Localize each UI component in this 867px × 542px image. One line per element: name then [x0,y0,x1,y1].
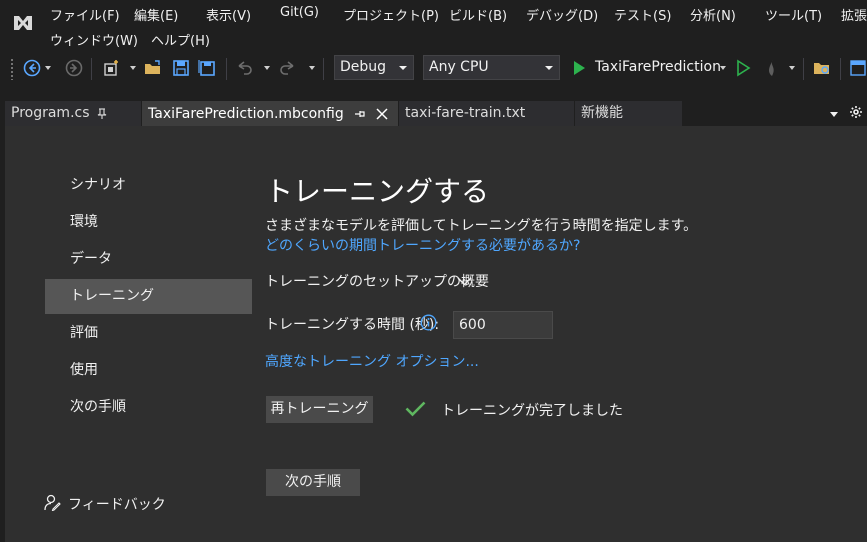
page-title: トレーニングする [265,175,490,208]
next-step-button[interactable]: 次の手順 [266,469,360,496]
gear-icon[interactable] [849,105,863,119]
solution-configuration-select[interactable]: Debug [334,55,414,80]
training-description: さまざまなモデルを評価してトレーニングを行う時間を指定します。 [265,218,698,234]
close-icon[interactable] [376,108,388,120]
tab-label: taxi-fare-train.txt [405,105,526,121]
menu-edit[interactable]: 編集(E) [134,5,178,24]
info-icon[interactable] [420,314,437,331]
forward-navigate-icon[interactable] [64,58,84,78]
visual-studio-logo-icon [14,16,32,30]
chevron-down-icon [545,66,553,70]
hot-reload-icon[interactable] [763,58,783,78]
pin-icon[interactable] [354,109,366,119]
start-target-caret-icon[interactable] [720,66,726,70]
open-folder-icon[interactable] [143,58,163,78]
sidebar-item-evaluate[interactable]: 評価 [45,316,252,351]
menu-extensions[interactable]: 拡張 [841,5,867,24]
back-dropdown-caret-icon[interactable] [45,66,51,70]
tab-whats-new[interactable]: 新機能 [575,101,682,126]
training-setup-summary-toggle[interactable]: トレーニングのセットアップの概要 [265,271,489,291]
menu-tools[interactable]: ツール(T) [765,5,822,24]
solution-explorer-icon[interactable] [812,58,832,78]
start-debugging-play-icon[interactable] [569,58,589,78]
chevron-down-icon [399,66,407,70]
new-project-caret-icon[interactable] [130,66,136,70]
hot-reload-caret-icon[interactable] [789,66,795,70]
training-duration-help-link[interactable]: どのくらいの期間トレーニングする必要があるか? [265,235,580,255]
back-navigate-icon[interactable] [22,58,42,78]
training-time-value: 600 [459,317,486,333]
tab-program-cs[interactable]: Program.cs [5,101,141,126]
solution-platform-value: Any CPU [429,59,489,75]
tab-label: TaxiFarePrediction.mbconfig [148,106,344,122]
solution-configuration-value: Debug [340,59,387,75]
pin-icon[interactable] [97,108,107,120]
chevron-down-icon [457,277,472,286]
training-setup-summary-label: トレーニングのセットアップの概要 [265,274,489,290]
feedback-label: フィードバック [68,497,166,513]
save-all-icon[interactable] [197,58,217,78]
feedback-person-icon [44,494,61,511]
tab-taxifareprediction-mbconfig[interactable]: TaxiFarePrediction.mbconfig [142,101,398,126]
menu-view[interactable]: 表示(V) [206,5,251,24]
tab-list-dropdown-icon[interactable] [829,110,839,118]
menu-debug[interactable]: デバッグ(D) [526,5,598,24]
menu-test[interactable]: テスト(S) [614,5,671,24]
sidebar-item-scenario[interactable]: シナリオ [45,168,252,203]
feedback-button[interactable]: フィードバック [44,493,166,513]
menu-file[interactable]: ファイル(F) [50,5,120,24]
redo-caret-icon[interactable] [309,66,315,70]
advanced-training-options-link[interactable]: 高度なトレーニング オプション... [265,351,479,371]
tab-taxi-fare-train-txt[interactable]: taxi-fare-train.txt [399,101,574,126]
training-status-text: トレーニングが完了しました [441,403,623,419]
menu-help[interactable]: ヘルプ(H) [151,30,210,49]
menu-git[interactable]: Git(G) [280,5,319,20]
solution-platform-select[interactable]: Any CPU [423,55,560,80]
tab-label: 新機能 [581,105,623,121]
new-project-icon[interactable] [102,58,122,78]
sidebar-item-data[interactable]: データ [45,242,252,277]
checkmark-icon [405,401,426,417]
toolbar-grip[interactable] [10,58,14,80]
window-layout-icon[interactable] [848,58,867,78]
start-without-debugging-icon[interactable] [733,58,753,78]
undo-caret-icon[interactable] [264,66,270,70]
menu-window[interactable]: ウィンドウ(W) [50,30,138,49]
save-icon[interactable] [171,58,191,78]
sidebar-item-training[interactable]: トレーニング [45,279,252,314]
training-time-input[interactable]: 600 [453,311,553,339]
undo-icon[interactable] [234,58,254,78]
redo-icon[interactable] [278,58,298,78]
sidebar-item-consume[interactable]: 使用 [45,353,252,388]
training-time-label: トレーニングする時間 (秒): [265,317,440,333]
start-target-label[interactable]: TaxiFarePrediction [595,59,721,75]
menu-build[interactable]: ビルド(B) [449,5,507,24]
menu-analyze[interactable]: 分析(N) [690,5,736,24]
tab-label: Program.cs [11,105,90,121]
sidebar-item-environment[interactable]: 環境 [45,205,252,240]
retrain-button[interactable]: 再トレーニング [266,396,373,423]
sidebar-item-next-steps[interactable]: 次の手順 [45,390,252,425]
menu-project[interactable]: プロジェクト(P) [343,5,439,24]
